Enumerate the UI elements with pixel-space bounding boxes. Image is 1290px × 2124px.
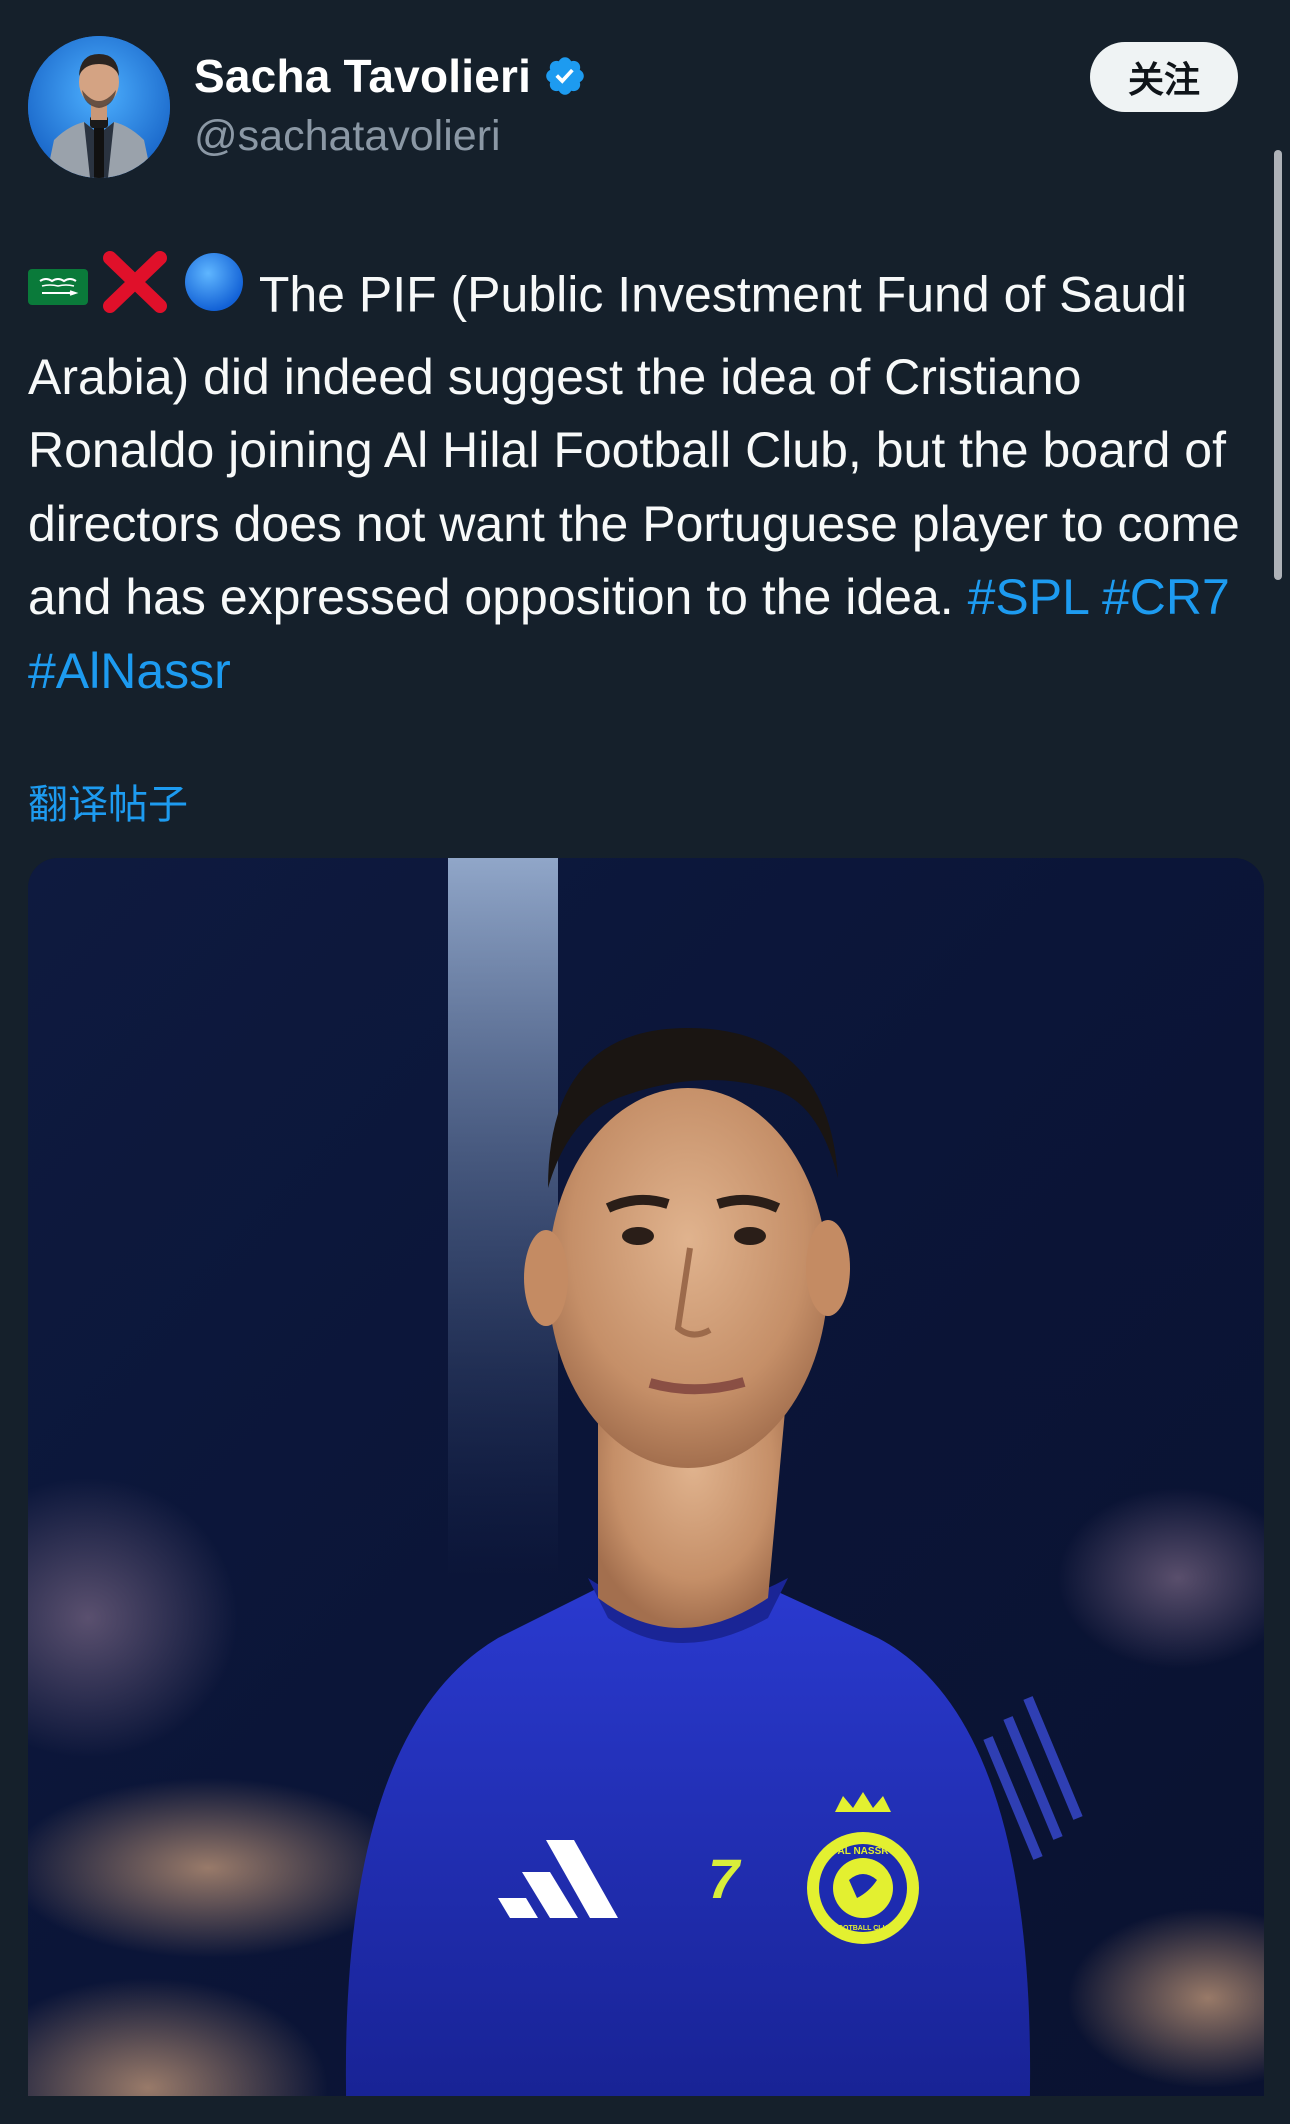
author-name[interactable]: Sacha Tavolieri [194, 49, 531, 103]
saudi-flag-icon [28, 256, 88, 330]
tweet-page: Sacha Tavolieri @sachatavolieri 关注 The P… [0, 0, 1290, 2124]
crest-subtext: FOOTBALL CLUB [833, 1925, 892, 1932]
follow-button[interactable]: 关注 [1090, 42, 1238, 112]
verified-badge-icon [543, 54, 587, 98]
author-name-row: Sacha Tavolieri [194, 48, 587, 104]
blue-circle-icon [182, 250, 246, 335]
avatar[interactable] [28, 36, 170, 178]
tweet-text: The PIF (Public Investment Fund of Saudi… [28, 251, 1248, 708]
tweet-media-image[interactable]: 7 AL NASSR FOOTBALL CLUB [28, 858, 1264, 2124]
hashtag-link[interactable]: #AlNassr [28, 643, 231, 699]
crest-text: AL NASSR [838, 1846, 890, 1857]
bottom-edge [0, 2096, 1290, 2124]
tweet-header: Sacha Tavolieri @sachatavolieri 关注 [28, 36, 1238, 182]
cross-mark-icon [102, 250, 168, 335]
jersey-number: 7 [708, 1847, 742, 1910]
hashtag-link[interactable]: #CR7 [1102, 569, 1230, 625]
author-handle[interactable]: @sachatavolieri [194, 112, 501, 161]
translate-post-link[interactable]: 翻译帖子 [28, 772, 188, 830]
hashtag-link[interactable]: #SPL [968, 569, 1088, 625]
scrollbar-thumb[interactable] [1274, 150, 1282, 580]
